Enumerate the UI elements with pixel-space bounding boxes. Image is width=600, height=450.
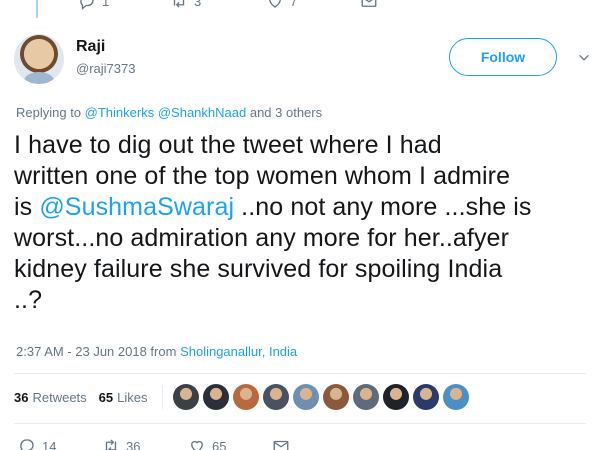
liker-avatar[interactable] xyxy=(262,384,289,410)
prev-reply-count: 1 xyxy=(102,0,110,9)
liker-avatar[interactable] xyxy=(202,384,229,410)
heart-icon xyxy=(269,0,281,8)
tweet-line-1: I have to dig out the tweet where I had xyxy=(14,131,442,159)
retweet-icon xyxy=(173,0,185,8)
tweet-line-2: written one of the top women whom I admi… xyxy=(14,162,511,190)
liker-avatar[interactable] xyxy=(352,384,379,410)
divider-bottom xyxy=(14,423,586,424)
reply-icon xyxy=(80,0,94,10)
retweets-label: Retweets xyxy=(32,389,87,405)
liker-avatar[interactable] xyxy=(232,384,259,410)
tweet-text: I have to dig out the tweet where I had … xyxy=(14,130,594,316)
tweet-line-5: kidney failure she survived for spoiling… xyxy=(14,255,503,283)
tweet-line-3-prefix: is xyxy=(14,193,40,221)
prev-dm-action[interactable] xyxy=(360,0,452,10)
tweet-line-4: worst...no admiration any more for her..… xyxy=(14,224,509,252)
likes-label: Likes xyxy=(117,389,148,405)
liker-avatar[interactable] xyxy=(322,384,349,410)
reply-count: 14 xyxy=(42,438,57,450)
prev-like-count: 7 xyxy=(290,0,298,9)
user-avatar[interactable] xyxy=(14,34,64,84)
like-count: 65 xyxy=(212,438,227,450)
liker-avatar[interactable] xyxy=(292,384,319,410)
previous-tweet-actions: 1 3 7 xyxy=(78,0,452,10)
liker-avatar[interactable] xyxy=(172,384,199,410)
reply-mention-thinkerks[interactable]: @Thinkerks xyxy=(85,105,155,120)
reply-action[interactable]: 14 xyxy=(18,437,102,450)
retweet-icon xyxy=(105,439,117,450)
heart-icon xyxy=(191,440,203,450)
envelope-icon xyxy=(361,0,377,7)
divider-top xyxy=(14,373,586,374)
prev-retweet-action[interactable]: 3 xyxy=(170,0,266,10)
liker-avatar[interactable] xyxy=(412,384,439,410)
stats-separator xyxy=(161,385,163,409)
tweet-line-3: is @SushmaSwaraj ..no not any more ...sh… xyxy=(14,192,594,223)
chevron-down-icon[interactable] xyxy=(577,51,591,65)
user-handle[interactable]: @raji7373 xyxy=(76,61,135,76)
dm-action[interactable] xyxy=(272,437,356,450)
replying-to-line: Replying to @Thinkerks @ShankhNaad and 3… xyxy=(16,105,322,120)
envelope-icon xyxy=(273,440,289,450)
tweet-location[interactable]: Sholinganallur, India xyxy=(180,344,297,359)
avatar-shirt xyxy=(24,72,54,84)
liker-avatars xyxy=(172,384,469,410)
tweet-line-3-suffix: ..no not any more ...she is xyxy=(234,193,532,221)
tweet-stats: 36 Retweets 65 Likes xyxy=(14,384,469,410)
retweet-action[interactable]: 36 xyxy=(102,437,188,450)
prev-like-action[interactable]: 7 xyxy=(266,0,360,10)
retweets-count: 36 xyxy=(14,389,29,405)
tweet-line-6: ..? xyxy=(14,286,43,314)
tweet-timestamp[interactable]: 2:37 AM - 23 Jun 2018 from xyxy=(16,344,176,359)
prev-retweet-count: 3 xyxy=(194,0,202,9)
reply-mention-shankhnaad[interactable]: @ShankhNaad xyxy=(158,105,246,120)
thread-connector-line xyxy=(36,0,38,18)
user-display-name[interactable]: Raji xyxy=(76,38,105,56)
likes-stat[interactable]: 65 Likes xyxy=(99,390,148,405)
tweet-meta: 2:37 AM - 23 Jun 2018 from Sholinganallu… xyxy=(16,344,297,359)
reply-others[interactable]: and 3 others xyxy=(250,105,322,120)
like-action[interactable]: 65 xyxy=(188,437,272,450)
liker-avatar[interactable] xyxy=(442,384,469,410)
follow-button[interactable]: Follow xyxy=(449,38,557,76)
replying-to-prefix: Replying to xyxy=(16,105,82,120)
retweet-count: 36 xyxy=(126,438,141,450)
prev-reply-action[interactable]: 1 xyxy=(78,0,170,10)
retweets-stat[interactable]: 36 Retweets xyxy=(14,390,87,405)
likes-count: 65 xyxy=(98,389,114,405)
tweet-mention-sushmaswaraj[interactable]: @SushmaSwaraj xyxy=(39,193,234,221)
reply-icon xyxy=(20,439,34,450)
liker-avatar[interactable] xyxy=(382,384,409,410)
tweet-actions: 14 36 65 xyxy=(18,437,356,450)
